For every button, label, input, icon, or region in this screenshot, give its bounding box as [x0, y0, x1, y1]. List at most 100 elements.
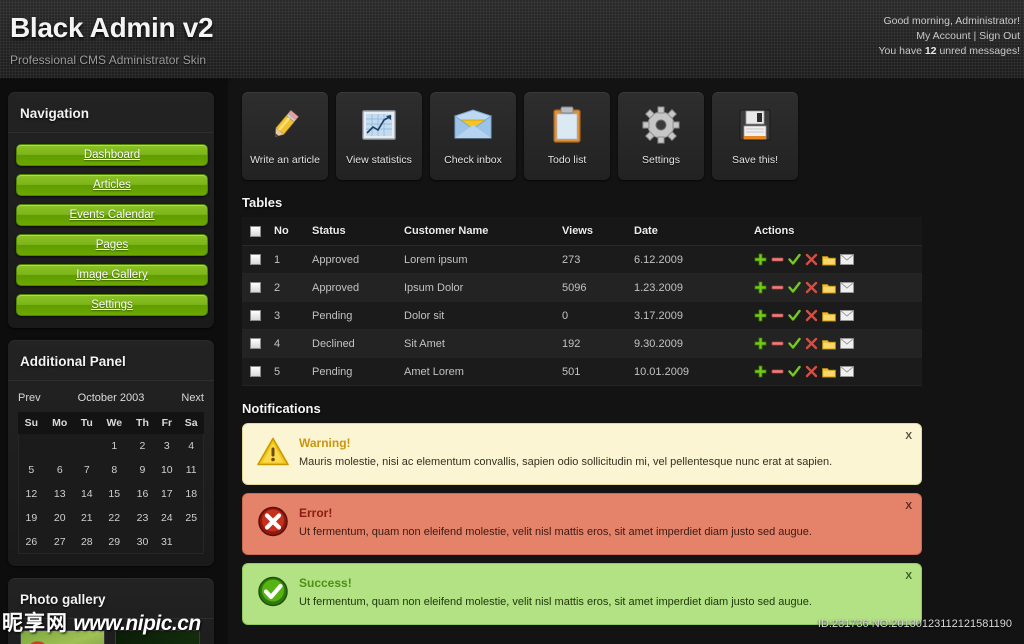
calendar-day-cell[interactable]: 11	[178, 458, 204, 482]
tile-view-statistics[interactable]: View statistics	[336, 92, 422, 180]
calendar-day-cell[interactable]: 29	[99, 530, 130, 554]
calendar-day-cell[interactable]: 18	[178, 482, 204, 506]
cross-icon[interactable]	[805, 309, 818, 322]
calendar-day-cell[interactable]: 7	[75, 458, 99, 482]
calendar-day-cell[interactable]: 21	[75, 506, 99, 530]
calendar-day-cell[interactable]: 6	[45, 458, 75, 482]
cell-actions	[748, 357, 922, 386]
minus-icon[interactable]	[771, 253, 784, 266]
notification-close-button[interactable]: X	[905, 431, 912, 442]
tile-save-this[interactable]: Save this!	[712, 92, 798, 180]
table-row[interactable]: 4 Declined Sit Amet 192 9.30.2009	[242, 329, 922, 358]
calendar-weekday-row: Su Mo Tu We Th Fr Sa	[18, 412, 204, 434]
calendar-day-cell[interactable]: 28	[75, 530, 99, 554]
minus-icon[interactable]	[771, 337, 784, 350]
sidebar-item-dashboard[interactable]: Dashboard	[16, 144, 208, 166]
table-row[interactable]: 2 Approved Ipsum Dolor 5096 1.23.2009	[242, 273, 922, 302]
folder-icon[interactable]	[822, 282, 836, 294]
row-checkbox[interactable]	[250, 338, 261, 350]
calendar-next-button[interactable]: Next	[181, 392, 204, 404]
notification-close-button[interactable]: X	[905, 501, 912, 512]
sidebar-item-settings[interactable]: Settings	[16, 294, 208, 316]
folder-icon[interactable]	[822, 338, 836, 350]
calendar-day-cell[interactable]: 10	[155, 458, 178, 482]
tile-check-inbox[interactable]: Check inbox	[430, 92, 516, 180]
notification-close-button[interactable]: X	[905, 571, 912, 582]
sidebar-item-events-calendar[interactable]: Events Calendar	[16, 204, 208, 226]
plus-icon[interactable]	[754, 337, 767, 350]
cross-icon[interactable]	[805, 337, 818, 350]
folder-icon[interactable]	[822, 366, 836, 378]
calendar-day-cell[interactable]: 26	[18, 530, 45, 554]
plus-icon[interactable]	[754, 253, 767, 266]
minus-icon[interactable]	[771, 281, 784, 294]
tile-write-an-article[interactable]: Write an article	[242, 92, 328, 180]
check-icon[interactable]	[788, 365, 801, 378]
tile-todo-list[interactable]: Todo list	[524, 92, 610, 180]
check-icon[interactable]	[788, 253, 801, 266]
mail-icon[interactable]	[840, 338, 854, 349]
gallery-thumbnail[interactable]	[20, 630, 105, 644]
calendar-day-cell[interactable]: 12	[18, 482, 45, 506]
folder-icon[interactable]	[822, 310, 836, 322]
calendar-day-cell[interactable]: 3	[155, 434, 178, 458]
calendar-day-cell[interactable]: 8	[99, 458, 130, 482]
column-header-date[interactable]: Date	[628, 217, 748, 246]
sidebar-item-image-gallery[interactable]: Image Gallery	[16, 264, 208, 286]
calendar-day-cell[interactable]: 27	[45, 530, 75, 554]
column-header-status[interactable]: Status	[306, 217, 398, 246]
sidebar-item-pages[interactable]: Pages	[16, 234, 208, 256]
cross-icon[interactable]	[805, 365, 818, 378]
column-header-views[interactable]: Views	[556, 217, 628, 246]
calendar-day-cell[interactable]: 5	[18, 458, 45, 482]
plus-icon[interactable]	[754, 365, 767, 378]
calendar-day-cell[interactable]: 19	[18, 506, 45, 530]
column-header-customer-name[interactable]: Customer Name	[398, 217, 556, 246]
my-account-link[interactable]: My Account	[916, 30, 970, 42]
table-row[interactable]: 1 Approved Lorem ipsum 273 6.12.2009	[242, 245, 922, 274]
calendar-day-cell[interactable]: 30	[130, 530, 155, 554]
calendar-day-cell[interactable]: 31	[155, 530, 178, 554]
row-checkbox[interactable]	[250, 310, 261, 322]
calendar-day-cell[interactable]: 2	[130, 434, 155, 458]
plus-icon[interactable]	[754, 309, 767, 322]
calendar-day-cell[interactable]: 24	[155, 506, 178, 530]
mail-icon[interactable]	[840, 282, 854, 293]
calendar-day-cell[interactable]: 15	[99, 482, 130, 506]
mail-icon[interactable]	[840, 366, 854, 377]
calendar-day-cell[interactable]: 9	[130, 458, 155, 482]
row-checkbox[interactable]	[250, 282, 261, 294]
gallery-thumbnail[interactable]	[115, 630, 200, 644]
cross-icon[interactable]	[805, 253, 818, 266]
sign-out-link[interactable]: Sign Out	[979, 30, 1020, 42]
check-icon[interactable]	[788, 281, 801, 294]
select-all-checkbox[interactable]	[250, 225, 261, 237]
calendar-day-cell[interactable]: 20	[45, 506, 75, 530]
calendar-day-cell[interactable]: 17	[155, 482, 178, 506]
calendar-prev-button[interactable]: Prev	[18, 392, 41, 404]
check-icon[interactable]	[788, 337, 801, 350]
calendar-day-cell[interactable]: 13	[45, 482, 75, 506]
minus-icon[interactable]	[771, 365, 784, 378]
calendar-day-cell[interactable]: 23	[130, 506, 155, 530]
mail-icon[interactable]	[840, 254, 854, 265]
cross-icon[interactable]	[805, 281, 818, 294]
row-checkbox[interactable]	[250, 254, 261, 266]
calendar-day-cell[interactable]: 4	[178, 434, 204, 458]
table-row[interactable]: 5 Pending Amet Lorem 501 10.01.2009	[242, 357, 922, 386]
minus-icon[interactable]	[771, 309, 784, 322]
sidebar-item-articles[interactable]: Articles	[16, 174, 208, 196]
calendar-day-cell[interactable]: 14	[75, 482, 99, 506]
mail-icon[interactable]	[840, 310, 854, 321]
calendar-day-cell[interactable]: 1	[99, 434, 130, 458]
folder-icon[interactable]	[822, 254, 836, 266]
calendar-day-cell[interactable]: 16	[130, 482, 155, 506]
tile-settings[interactable]: Settings	[618, 92, 704, 180]
plus-icon[interactable]	[754, 281, 767, 294]
calendar-day-cell[interactable]: 22	[99, 506, 130, 530]
check-icon[interactable]	[788, 309, 801, 322]
table-row[interactable]: 3 Pending Dolor sit 0 3.17.2009	[242, 301, 922, 330]
calendar-day-cell[interactable]: 25	[178, 506, 204, 530]
row-checkbox[interactable]	[250, 366, 261, 378]
column-header-no[interactable]: No	[268, 217, 306, 246]
